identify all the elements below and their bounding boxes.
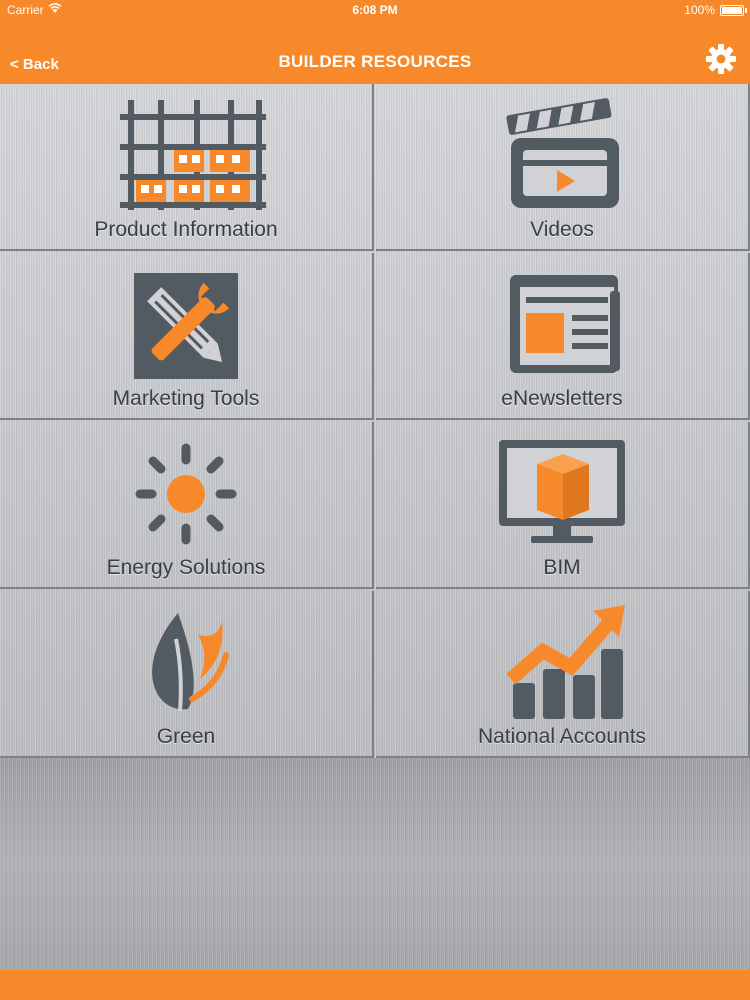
empty-area	[0, 758, 750, 970]
tile-energy-solutions[interactable]: Energy Solutions	[0, 422, 374, 589]
tile-bim[interactable]: BIM	[376, 422, 750, 589]
tile-enewsletters[interactable]: eNewsletters	[376, 253, 750, 420]
sun-icon	[0, 430, 372, 552]
tile-green[interactable]: Green	[0, 591, 374, 758]
scaffold-icon	[0, 92, 372, 214]
clock: 6:08 PM	[352, 3, 398, 17]
tile-label: Videos	[530, 218, 594, 241]
bottom-bar	[0, 970, 750, 1000]
gear-icon[interactable]	[704, 42, 738, 76]
tile-national-accounts[interactable]: National Accounts	[376, 591, 750, 758]
tile-label: National Accounts	[477, 725, 647, 748]
tile-label: BIM	[543, 556, 581, 579]
tile-label: Energy Solutions	[106, 556, 266, 579]
status-bar: Carrier 6:08 PM 100%	[0, 0, 750, 20]
tile-label: Green	[156, 725, 216, 748]
battery-icon	[720, 5, 747, 16]
tile-marketing-tools[interactable]: Marketing Tools	[0, 253, 374, 420]
tile-label: eNewsletters	[501, 387, 623, 410]
tools-icon	[0, 261, 372, 383]
tile-label: Product Information	[94, 218, 278, 241]
resource-grid: Product Information Videos Marketing Too…	[0, 84, 750, 758]
leaf-icon	[0, 599, 372, 721]
page-title: BUILDER RESOURCES	[278, 52, 472, 71]
growth-chart-icon	[376, 599, 748, 721]
nav-bar: < Back BUILDER RESOURCES	[0, 20, 750, 84]
tile-product-information[interactable]: Product Information	[0, 84, 374, 251]
monitor-cube-icon	[376, 430, 748, 552]
tile-label: Marketing Tools	[112, 387, 260, 410]
clapperboard-icon	[376, 92, 748, 214]
tile-videos[interactable]: Videos	[376, 84, 750, 251]
newspaper-icon	[376, 261, 748, 383]
battery-percent: 100%	[684, 3, 715, 17]
